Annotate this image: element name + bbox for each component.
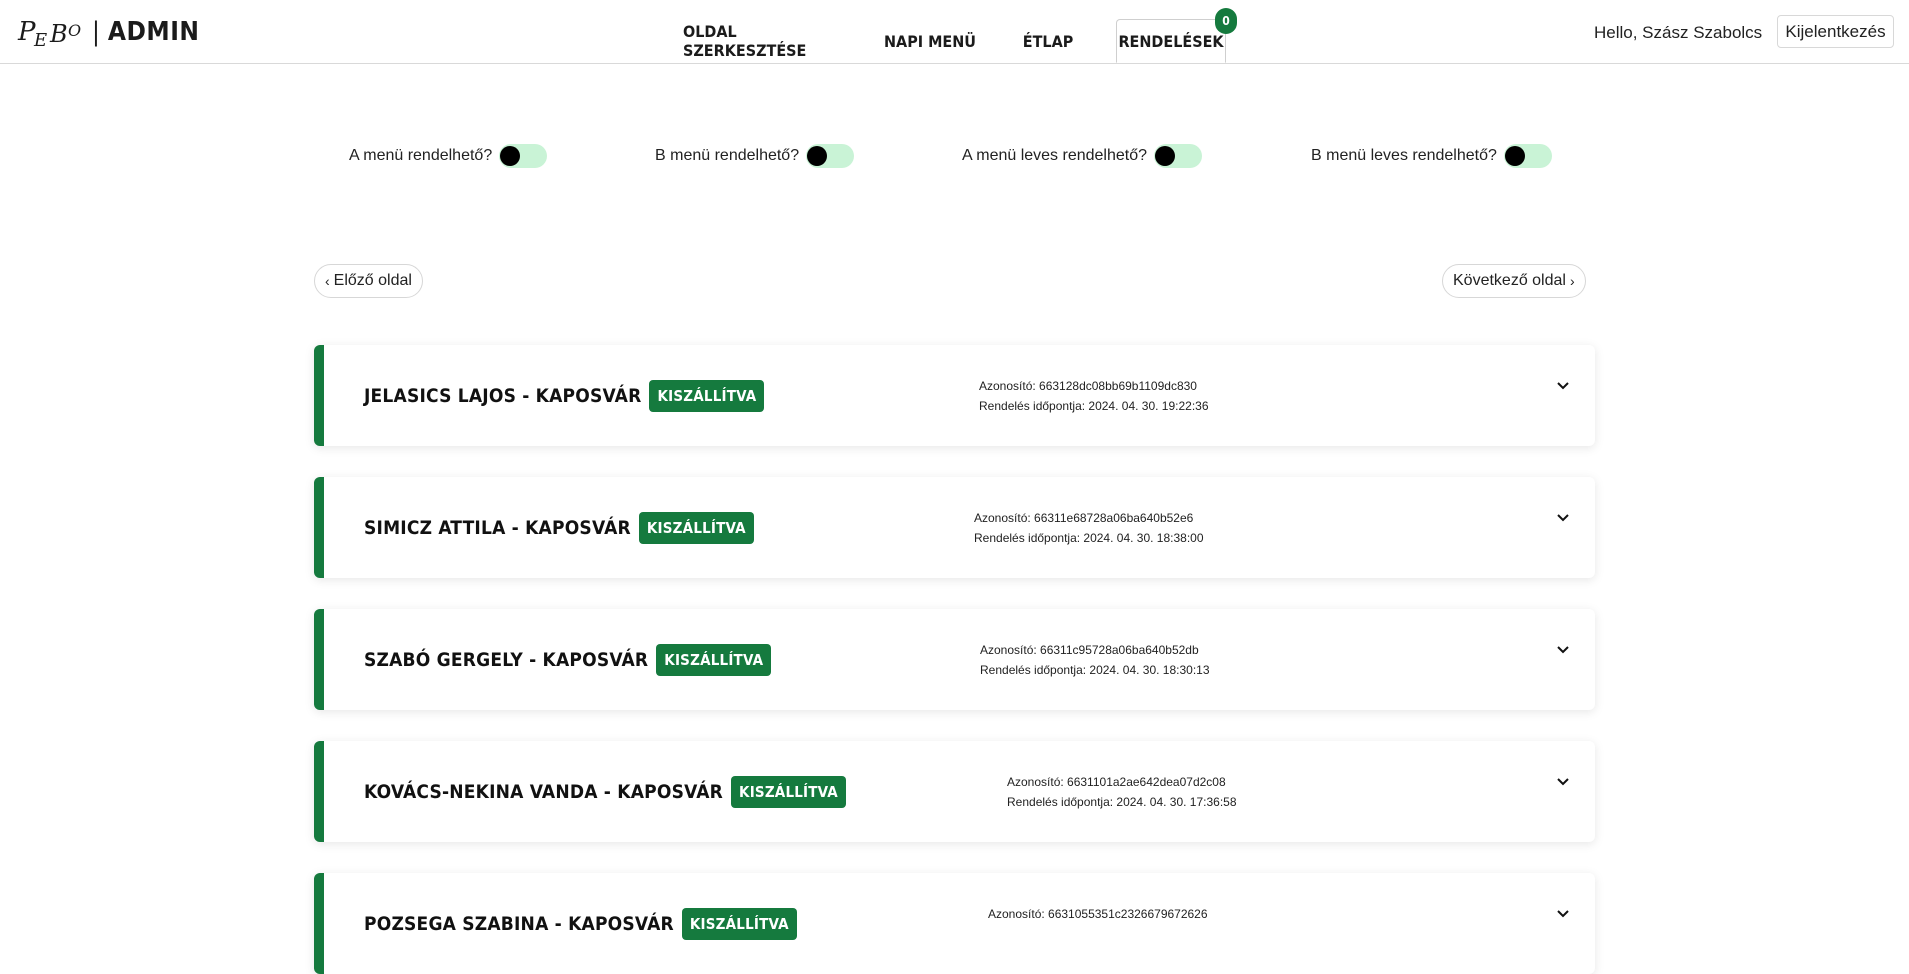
order-title: POZSEGA SZABINA - KAPOSVÁR KISZÁLLÍTVA <box>364 873 797 974</box>
order-time: Rendelés időpontja: 2024. 04. 30. 19:22:… <box>979 399 1209 413</box>
orders-count-badge: 0 <box>1215 8 1237 34</box>
brand-separator: | <box>92 17 100 47</box>
order-title: JELASICS LAJOS - KAPOSVÁR KISZÁLLÍTVA <box>364 345 765 446</box>
next-page-button[interactable]: Következő oldal › <box>1442 264 1586 298</box>
a-menu-soup-switch[interactable] <box>1154 144 1203 168</box>
status-badge: KISZÁLLÍTVA <box>681 907 797 940</box>
order-time: Rendelés időpontja: 2024. 04. 30. 17:36:… <box>1007 795 1237 809</box>
order-card[interactable]: SZABÓ GERGELY - KAPOSVÁR KISZÁLLÍTVA Azo… <box>314 609 1595 710</box>
switch-knob <box>807 146 828 166</box>
brand-admin-label: ADMIN <box>107 17 200 47</box>
toggle-label: B menü rendelhető? <box>655 147 800 164</box>
availability-toggles: A menü rendelhető? B menü rendelhető? A … <box>0 143 1909 169</box>
chevron-down-icon[interactable] <box>1554 773 1572 791</box>
pebo-logo: P E B O <box>17 17 81 51</box>
order-time: Rendelés időpontja: 2024. 04. 30. 18:38:… <box>974 531 1204 545</box>
status-badge: KISZÁLLÍTVA <box>638 511 754 544</box>
toggle-label: B menü leves rendelhető? <box>1311 147 1497 164</box>
user-greeting: Hello, Szász Szabolcs <box>1594 23 1763 42</box>
order-customer: KOVÁCS-NEKINA VANDA - KAPOSVÁR <box>364 780 724 803</box>
brand[interactable]: P E B O | ADMIN <box>16 12 199 52</box>
order-time: Rendelés időpontja: 2024. 04. 30. 18:30:… <box>980 663 1210 677</box>
order-id: Azonosító: 6631055351c2326679672626 <box>988 907 1208 921</box>
order-id: Azonosító: 66311e68728a06ba640b52e6 <box>974 511 1194 525</box>
chevron-left-icon: ‹ <box>325 273 330 289</box>
order-card[interactable]: JELASICS LAJOS - KAPOSVÁR KISZÁLLÍTVA Az… <box>314 345 1595 446</box>
order-title: SZABÓ GERGELY - KAPOSVÁR KISZÁLLÍTVA <box>364 609 772 710</box>
previous-page-label: Előző oldal <box>333 272 412 289</box>
a-menu-switch[interactable] <box>499 144 548 168</box>
order-card[interactable]: POZSEGA SZABINA - KAPOSVÁR KISZÁLLÍTVA A… <box>314 873 1595 974</box>
chevron-right-icon: › <box>1569 273 1575 289</box>
toggle-b-menu-soup: B menü leves rendelhető? <box>1311 143 1552 169</box>
b-menu-switch[interactable] <box>806 144 855 168</box>
order-customer: JELASICS LAJOS - KAPOSVÁR <box>364 384 642 407</box>
status-badge: KISZÁLLÍTVA <box>731 775 846 808</box>
status-badge: KISZÁLLÍTVA <box>649 379 765 412</box>
order-id: Azonosító: 6631101a2ae642dea07d2c08 <box>1007 775 1226 789</box>
previous-page-button[interactable]: ‹ Előző oldal <box>314 264 423 298</box>
chevron-down-icon[interactable] <box>1554 641 1572 659</box>
top-bar: P E B O | ADMIN OLDAL SZERKESZTÉSE NAPI … <box>0 0 1909 64</box>
order-meta: Azonosító: 66311c95728a06ba640b52db Rend… <box>980 640 1210 680</box>
tab-napi-menu[interactable]: NAPI MENÜ <box>880 19 980 63</box>
toggle-label: A menü leves rendelhető? <box>962 147 1148 164</box>
chevron-down-icon[interactable] <box>1554 509 1572 527</box>
order-id: Azonosító: 66311c95728a06ba640b52db <box>980 643 1199 657</box>
svg-text:E: E <box>33 30 47 51</box>
switch-knob <box>1504 146 1525 166</box>
status-badge: KISZÁLLÍTVA <box>656 643 772 676</box>
order-id: Azonosító: 663128dc08bb69b1109dc830 <box>979 379 1197 393</box>
order-meta: Azonosító: 6631101a2ae642dea07d2c08 Rend… <box>1007 772 1237 812</box>
switch-knob <box>500 146 521 166</box>
b-menu-soup-switch[interactable] <box>1503 144 1552 168</box>
order-customer: SZABÓ GERGELY - KAPOSVÁR <box>364 648 649 671</box>
order-customer: POZSEGA SZABINA - KAPOSVÁR <box>364 912 674 935</box>
order-title: SIMICZ ATTILA - KAPOSVÁR KISZÁLLÍTVA <box>364 477 754 578</box>
tab-etlap[interactable]: ÉTLAP <box>1010 19 1086 63</box>
next-page-label: Következő oldal <box>1453 272 1566 289</box>
chevron-down-icon[interactable] <box>1554 905 1572 923</box>
order-meta: Azonosító: 663128dc08bb69b1109dc830 Rend… <box>979 376 1209 416</box>
svg-text:B: B <box>49 20 68 48</box>
switch-knob <box>1155 146 1176 166</box>
chevron-down-icon[interactable] <box>1554 377 1572 395</box>
order-card[interactable]: SIMICZ ATTILA - KAPOSVÁR KISZÁLLÍTVA Azo… <box>314 477 1595 578</box>
order-meta: Azonosító: 6631055351c2326679672626 <box>988 904 1208 924</box>
toggle-label: A menü rendelhető? <box>349 147 493 164</box>
order-card[interactable]: KOVÁCS-NEKINA VANDA - KAPOSVÁR KISZÁLLÍT… <box>314 741 1595 842</box>
toggle-b-menu: B menü rendelhető? <box>655 143 855 169</box>
logout-button[interactable]: Kijelentkezés <box>1777 15 1894 48</box>
toggle-a-menu-soup: A menü leves rendelhető? <box>962 143 1203 169</box>
tab-rendelesek[interactable]: RENDELÉSEK <box>1116 19 1226 63</box>
order-title: KOVÁCS-NEKINA VANDA - KAPOSVÁR KISZÁLLÍT… <box>364 741 846 842</box>
order-meta: Azonosító: 66311e68728a06ba640b52e6 Rend… <box>974 508 1204 548</box>
order-customer: SIMICZ ATTILA - KAPOSVÁR <box>364 516 631 539</box>
toggle-a-menu: A menü rendelhető? <box>349 143 548 169</box>
svg-text:O: O <box>68 21 81 40</box>
tab-oldal-szerkesztese[interactable]: OLDAL SZERKESZTÉSE <box>683 19 849 63</box>
